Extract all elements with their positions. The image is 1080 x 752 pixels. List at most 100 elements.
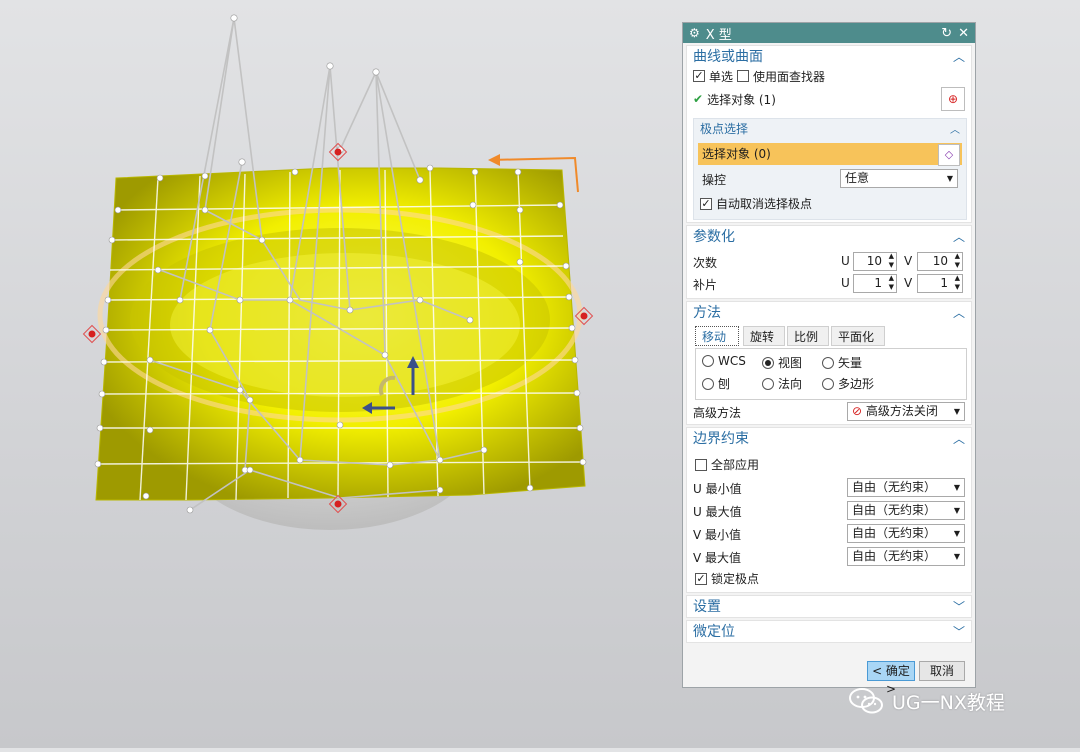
patch-u-label: U <box>841 276 850 290</box>
section-settings-header[interactable]: 设置 ﹀ <box>687 596 971 616</box>
section-boundary-label: 边界约束 <box>693 431 749 447</box>
manipulate-value: 任意 <box>845 171 870 185</box>
pole-select-icon[interactable]: ◇ <box>938 144 960 166</box>
degree-v-label: V <box>904 254 913 268</box>
wechat-icon <box>849 688 883 714</box>
dialog-title: X 型 <box>705 27 732 43</box>
radio-side-label: 刨 <box>718 377 731 391</box>
spinner-arrows-icon[interactable]: ▲ ▼ <box>955 274 960 292</box>
patch-v-spinner[interactable]: 1 ▲ ▼ <box>917 274 963 293</box>
patch-v-value: 1 <box>940 276 948 290</box>
check-icon: ✔ <box>693 92 704 106</box>
dropdown-arrow-icon: ▼ <box>953 407 960 416</box>
close-icon[interactable]: ✕ <box>958 26 969 41</box>
radio-normal[interactable] <box>762 377 774 390</box>
section-parameterization: 参数化 ︿ 次数 U 10 ▲ ▼ V 10 ▲ ▼ 补片 U 1 ▲ ▼ V 1 ▲… <box>686 225 972 299</box>
u-max-label: U 最大值 <box>693 505 742 519</box>
radio-view-label: 视图 <box>778 356 803 370</box>
chevron-up-icon[interactable]: ︿ <box>950 121 960 136</box>
manipulate-dropdown[interactable]: 任意 ▼ <box>840 169 958 188</box>
chevron-up-icon[interactable]: ︿ <box>953 304 965 321</box>
radio-view[interactable] <box>762 356 774 369</box>
section-settings-label: 设置 <box>693 599 721 615</box>
dialog-titlebar[interactable]: ⚙ X 型 ↻ ✕ <box>683 23 975 43</box>
manipulate-label: 操控 <box>702 173 727 187</box>
pole-selection-header[interactable]: 极点选择 ︿ <box>694 119 966 137</box>
spinner-arrows-icon[interactable]: ▲ ▼ <box>955 252 960 270</box>
v-min-dropdown[interactable]: 自由（无约束） ▼ <box>847 524 965 543</box>
dropdown-arrow-icon: ▼ <box>946 174 953 183</box>
radio-vector-label: 矢量 <box>838 356 863 370</box>
tab-rotate[interactable]: 旋转 <box>743 326 785 346</box>
radio-wcs[interactable] <box>702 355 714 367</box>
section-fine-positioning: 微定位 ﹀ <box>686 620 972 643</box>
reset-icon[interactable]: ↻ <box>941 26 952 41</box>
v-min-value: 自由（无约束） <box>852 526 937 540</box>
cancel-button[interactable]: 取消 <box>919 661 965 681</box>
degree-u-value: 10 <box>866 254 882 268</box>
auto-deselect-checkbox[interactable]: ✓ <box>700 197 712 210</box>
apply-all-checkbox[interactable] <box>695 458 707 471</box>
section-curve-header[interactable]: 曲线或曲面 ︿ <box>687 46 971 66</box>
ok-button[interactable]: < 确定 > <box>867 661 915 696</box>
section-param-header[interactable]: 参数化 ︿ <box>687 226 971 246</box>
dropdown-arrow-icon: ▼ <box>953 483 960 492</box>
radio-vector[interactable] <box>822 356 834 369</box>
tab-planarize[interactable]: 平面化 <box>831 326 885 346</box>
pole-selection-group: 极点选择 ︿ 选择对象 (0) ◇ 操控 任意 ▼ ✓ 自动取消选择极点 <box>693 118 967 220</box>
spinner-arrows-icon[interactable]: ▲ ▼ <box>889 274 894 292</box>
chevron-up-icon[interactable]: ︿ <box>953 430 965 447</box>
watermark-text: UG一NX教程 <box>892 691 1005 714</box>
dropdown-arrow-icon: ▼ <box>953 529 960 538</box>
degree-label: 次数 <box>693 256 718 270</box>
advanced-method-dropdown[interactable]: ⊘ 高级方法关闭 ▼ <box>847 402 965 421</box>
chevron-up-icon[interactable]: ︿ <box>953 228 965 245</box>
crosshair-select-icon[interactable]: ⊕ <box>941 87 965 111</box>
x-shape-dialog[interactable]: ⚙ X 型 ↻ ✕ 曲线或曲面 ︿ ✓ 单选 使用面查找器 ✔ 选择对象 (1)… <box>682 22 976 696</box>
radio-polygon-label: 多边形 <box>838 377 875 391</box>
face-finder-checkbox[interactable] <box>737 70 750 82</box>
radio-polygon[interactable] <box>822 377 834 390</box>
face-finder-label: 使用面查找器 <box>753 69 826 84</box>
pole-selection-label: 极点选择 <box>700 121 749 136</box>
section-fine-header[interactable]: 微定位 ﹀ <box>687 621 971 641</box>
single-select-checkbox[interactable]: ✓ <box>693 70 705 82</box>
v-min-label: V 最小值 <box>693 528 742 542</box>
u-min-label: U 最小值 <box>693 482 742 496</box>
lock-poles-checkbox[interactable]: ✓ <box>695 572 707 585</box>
surface-depression-inner <box>170 253 520 397</box>
v-max-dropdown[interactable]: 自由（无约束） ▼ <box>847 547 965 566</box>
degree-u-spinner[interactable]: 10 ▲ ▼ <box>853 252 897 271</box>
lock-poles-label: 锁定极点 <box>711 572 760 586</box>
select-poles-row[interactable]: 选择对象 (0) ◇ <box>698 143 962 166</box>
patch-v-label: V <box>904 276 913 290</box>
select-object-label[interactable]: 选择对象 (1) <box>707 91 776 108</box>
chevron-down-icon[interactable]: ﹀ <box>953 598 965 615</box>
select-poles-label: 选择对象 (0) <box>702 147 771 161</box>
chevron-up-icon[interactable]: ︿ <box>953 48 965 65</box>
section-boundary-header[interactable]: 边界约束 ︿ <box>687 428 971 448</box>
auto-deselect-label: 自动取消选择极点 <box>716 197 813 211</box>
dropdown-arrow-icon: ▼ <box>953 506 960 515</box>
dropdown-arrow-icon: ▼ <box>953 552 960 561</box>
section-method-header[interactable]: 方法 ︿ <box>687 302 971 322</box>
v-max-value: 自由（无约束） <box>852 549 937 563</box>
section-boundary: 边界约束 ︿ 全部应用 U 最小值 自由（无约束） ▼ U 最大值 自由（无约束… <box>686 427 972 593</box>
section-method-label: 方法 <box>693 305 721 321</box>
apply-all-label: 全部应用 <box>711 458 760 472</box>
spinner-arrows-icon[interactable]: ▲ ▼ <box>889 252 894 270</box>
tab-scale[interactable]: 比例 <box>787 326 829 346</box>
chevron-down-icon[interactable]: ﹀ <box>953 623 965 640</box>
u-min-dropdown[interactable]: 自由（无约束） ▼ <box>847 478 965 497</box>
u-max-dropdown[interactable]: 自由（无约束） ▼ <box>847 501 965 520</box>
section-param-label: 参数化 <box>693 229 735 245</box>
method-tabs: 移动 旋转 比例 平面化 <box>695 326 965 348</box>
degree-v-spinner[interactable]: 10 ▲ ▼ <box>917 252 963 271</box>
watermark: UG一NX教程 <box>848 684 1005 718</box>
patch-u-spinner[interactable]: 1 ▲ ▼ <box>853 274 897 293</box>
single-select-label: 单选 <box>709 69 734 84</box>
tab-move[interactable]: 移动 <box>695 326 739 346</box>
advanced-method-label: 高级方法 <box>693 406 742 420</box>
gear-icon[interactable]: ⚙ <box>689 26 700 40</box>
radio-side[interactable] <box>702 377 714 390</box>
